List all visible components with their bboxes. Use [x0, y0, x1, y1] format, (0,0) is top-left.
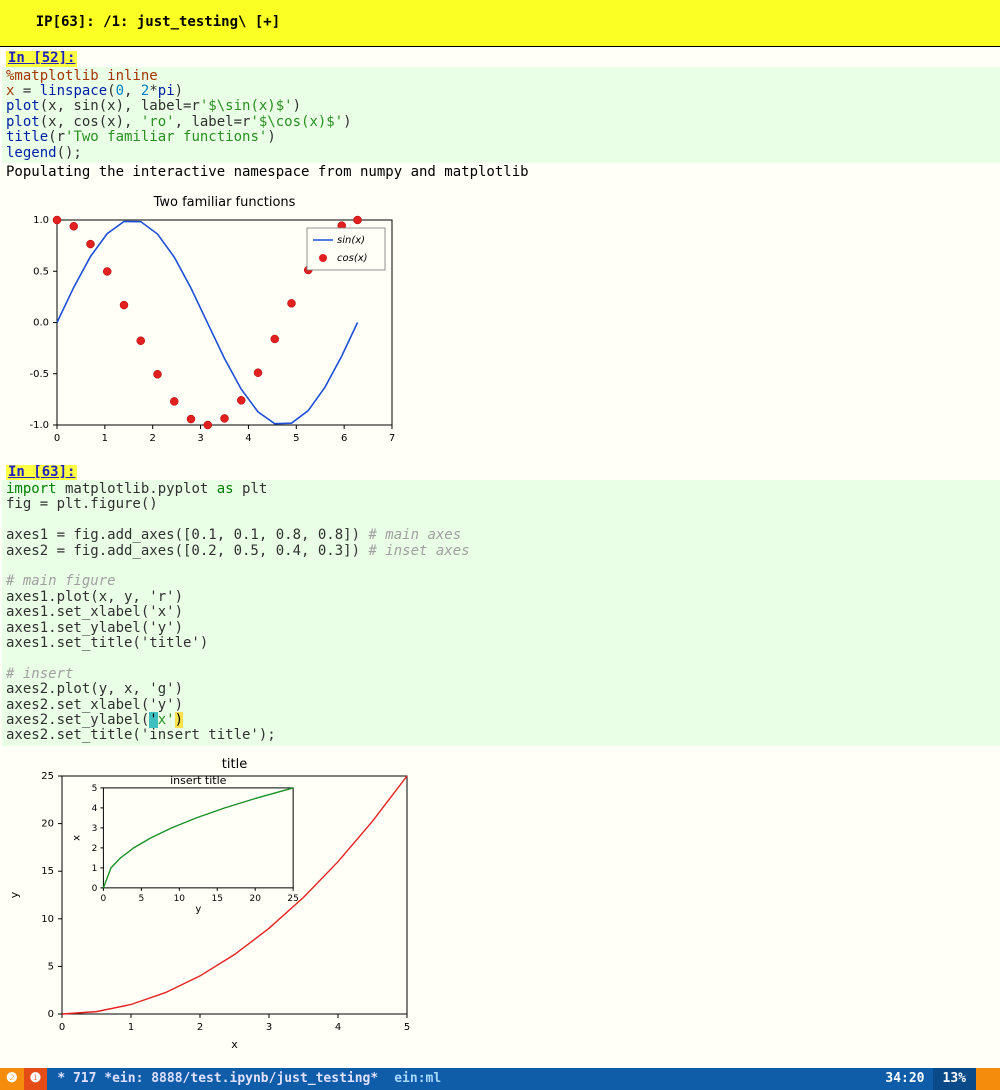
svg-text:15: 15: [212, 894, 223, 904]
svg-text:1.0: 1.0: [33, 215, 49, 226]
mode-line: ❷ ❶ * 717 *ein: 8888/test.ipynb/just_tes…: [0, 1068, 1000, 1090]
svg-text:5: 5: [404, 1022, 410, 1033]
modeline-badge-left1: ❷: [0, 1068, 24, 1090]
svg-text:Two familiar functions: Two familiar functions: [153, 195, 296, 210]
svg-text:10: 10: [174, 894, 186, 904]
modeline-scroll-pct: 13%: [933, 1068, 976, 1090]
svg-text:y: y: [8, 891, 21, 898]
cell2-prompt: In [63]:: [6, 465, 77, 480]
svg-text:0: 0: [48, 1009, 54, 1020]
cursor: ': [149, 712, 157, 728]
svg-text:1: 1: [92, 864, 98, 874]
cell1-stdout: Populating the interactive namespace fro…: [2, 163, 1000, 182]
svg-text:insert title: insert title: [170, 774, 227, 787]
svg-text:25: 25: [41, 771, 54, 782]
svg-text:-0.5: -0.5: [29, 369, 49, 380]
svg-text:2: 2: [197, 1022, 203, 1033]
cell2-code[interactable]: import matplotlib.pyplot as plt fig = pl…: [2, 480, 1000, 746]
svg-text:5: 5: [48, 961, 54, 972]
chart1-svg: Two familiar functions 0 1 2 3 4 5 6 7 -1.0 -0.5 0.…: [2, 190, 402, 450]
svg-text:3: 3: [266, 1022, 272, 1033]
svg-text:x: x: [231, 1038, 238, 1051]
svg-text:5: 5: [92, 784, 98, 794]
modeline-badge-left2: ❶: [24, 1068, 48, 1090]
cell2-output-chart: titlexy0123450510152025insert titleyx051…: [2, 746, 1000, 1068]
svg-text:15: 15: [41, 866, 54, 877]
svg-text:1: 1: [102, 433, 108, 444]
svg-text:0: 0: [92, 884, 98, 894]
svg-text:cos(x): cos(x): [337, 253, 368, 264]
svg-text:4: 4: [335, 1022, 341, 1033]
svg-text:0: 0: [101, 894, 107, 904]
modeline-cursor-pos: 34:20: [877, 1072, 932, 1086]
notebook-buffer[interactable]: In [52]: %matplotlib inline x = linspace…: [0, 47, 1000, 1068]
tab-header-text: IP[63]: /1: just_testing\ [+]: [36, 14, 280, 30]
svg-text:4: 4: [245, 433, 251, 444]
svg-text:5: 5: [293, 433, 299, 444]
svg-text:20: 20: [41, 818, 54, 829]
cell1-prompt: In [52]:: [6, 51, 77, 66]
svg-text:2: 2: [150, 433, 156, 444]
modeline-end-cap: [976, 1068, 1000, 1090]
svg-text:0.0: 0.0: [33, 318, 49, 329]
svg-text:25: 25: [287, 894, 298, 904]
modeline-buffer-name: * 717 *ein: 8888/test.ipynb/just_testing…: [47, 1072, 388, 1086]
svg-text:-1.0: -1.0: [29, 420, 49, 431]
svg-text:5: 5: [138, 894, 144, 904]
svg-text:20: 20: [249, 894, 261, 904]
cell1-output-chart: Two familiar functions 0 1 2 3 4 5 6 7 -1.0 -0.5 0.…: [2, 182, 1000, 464]
svg-text:1: 1: [128, 1022, 134, 1033]
modeline-major-mode: ein:ml: [388, 1072, 447, 1086]
svg-text:title: title: [222, 757, 247, 772]
tab-header: IP[63]: /1: just_testing\ [+]: [0, 0, 1000, 47]
svg-text:0.5: 0.5: [33, 267, 49, 278]
svg-text:sin(x): sin(x): [337, 235, 365, 246]
svg-text:2: 2: [92, 844, 98, 854]
svg-text:x: x: [71, 835, 82, 841]
svg-text:y: y: [195, 904, 201, 915]
svg-text:6: 6: [341, 433, 347, 444]
svg-text:3: 3: [197, 433, 203, 444]
svg-text:0: 0: [59, 1022, 65, 1033]
svg-text:7: 7: [389, 433, 395, 444]
svg-text:4: 4: [92, 804, 98, 814]
chart2-svg: titlexy0123450510152025insert titleyx051…: [2, 754, 422, 1054]
svg-text:3: 3: [92, 824, 98, 834]
svg-text:0: 0: [54, 433, 60, 444]
svg-text:10: 10: [41, 914, 54, 925]
cell1-code[interactable]: %matplotlib inline x = linspace(0, 2*pi)…: [2, 67, 1000, 163]
